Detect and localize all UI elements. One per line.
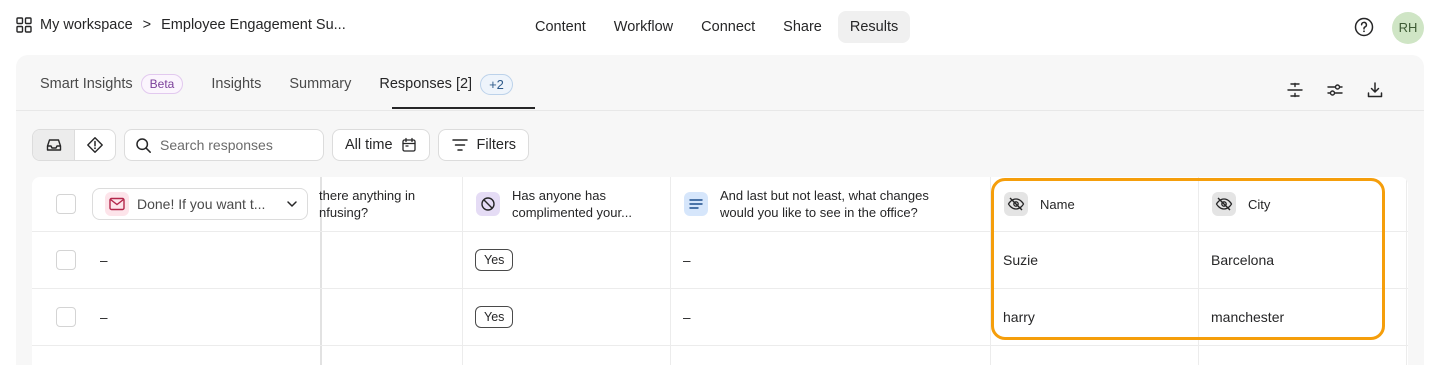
select-all-cell — [56, 177, 76, 231]
results-subtabs: Smart Insights Beta Insights Summary Res… — [40, 71, 541, 97]
column-header-label: And last but not least, what changes wou… — [720, 188, 929, 220]
table-cell: – — [683, 309, 691, 325]
time-filter-button[interactable]: All time — [332, 129, 430, 161]
tab-responses-label: Responses [2] — [379, 76, 473, 92]
column-header[interactable]: Has anyone has complimented your... — [476, 177, 656, 231]
calendar-icon — [401, 137, 416, 152]
text-lines-icon — [684, 192, 708, 216]
form-title[interactable]: Employee Engagement Su... — [161, 17, 346, 33]
question-column-select[interactable]: Done! If you want t... — [92, 188, 308, 220]
ban-icon — [476, 192, 500, 216]
email-icon — [105, 192, 129, 216]
active-tab-underline — [392, 107, 535, 109]
column-header[interactable]: there anything in nfusing? — [319, 177, 459, 231]
search-field[interactable] — [124, 129, 324, 161]
main-tabs: Content Workflow Connect Share Results — [523, 11, 911, 43]
tab-content[interactable]: Content — [523, 11, 598, 43]
download-icon[interactable] — [1364, 79, 1386, 101]
workspace-link[interactable]: My workspace — [40, 17, 133, 33]
row-select-cell — [56, 289, 76, 345]
answer-pill: Yes — [475, 249, 514, 271]
breadcrumb-separator: > — [142, 17, 152, 33]
table-cell: – — [100, 252, 108, 268]
highlight-box — [991, 178, 1385, 340]
table-tools — [1284, 79, 1386, 101]
column-header-label: there anything in nfusing? — [319, 188, 416, 220]
view-switcher — [32, 129, 116, 161]
tab-insights[interactable]: Insights — [211, 76, 261, 92]
tab-results[interactable]: Results — [837, 11, 911, 43]
row-checkbox[interactable] — [56, 250, 76, 270]
table-cell: – — [683, 252, 691, 268]
filters-label: Filters — [476, 137, 517, 153]
tab-share[interactable]: Share — [771, 11, 834, 43]
top-navigation: My workspace > Employee Engagement Su...… — [0, 0, 1440, 55]
question-column-label: Done! If you want t... — [137, 196, 266, 212]
more-tabs-badge[interactable]: +2 — [480, 73, 513, 95]
answer-pill: Yes — [475, 306, 514, 328]
row-select-cell — [56, 232, 76, 288]
help-icon[interactable] — [1353, 16, 1375, 38]
search-input[interactable] — [160, 137, 310, 153]
breadcrumb: My workspace > Employee Engagement Su... — [16, 17, 346, 33]
tab-workflow[interactable]: Workflow — [602, 11, 685, 43]
alert-diamond-icon — [87, 137, 103, 153]
search-icon — [136, 137, 151, 153]
row-height-icon[interactable] — [1284, 79, 1306, 101]
avatar[interactable]: RH — [1392, 12, 1424, 44]
tab-responses[interactable]: Responses [2] +2 — [379, 73, 513, 95]
partial-responses-button[interactable] — [74, 130, 115, 160]
table-cell: Yes — [475, 232, 514, 288]
table-cell: – — [100, 309, 108, 325]
row-checkbox[interactable] — [56, 307, 76, 327]
inbox-icon — [46, 139, 61, 151]
table-cell: Yes — [475, 289, 514, 345]
beta-badge: Beta — [140, 74, 184, 94]
tab-smart-insights[interactable]: Smart Insights Beta — [40, 74, 184, 94]
chevron-down-icon — [287, 201, 297, 207]
tab-summary[interactable]: Summary — [289, 76, 351, 92]
responses-toolbar: All time Filters — [32, 129, 530, 161]
column-header-label: Has anyone has complimented your... — [512, 188, 632, 220]
subtabs-divider — [16, 110, 1424, 111]
inbox-view-button[interactable] — [33, 130, 74, 160]
select-all-checkbox[interactable] — [56, 194, 76, 214]
filter-lines-icon — [451, 139, 468, 151]
filters-button[interactable]: Filters — [437, 129, 530, 161]
tab-smart-insights-label: Smart Insights — [40, 76, 133, 92]
tab-connect[interactable]: Connect — [689, 11, 767, 43]
column-settings-icon[interactable] — [1324, 79, 1346, 101]
grid-icon[interactable] — [16, 17, 32, 33]
time-filter-label: All time — [345, 137, 393, 153]
column-header[interactable]: And last but not least, what changes wou… — [684, 177, 984, 231]
